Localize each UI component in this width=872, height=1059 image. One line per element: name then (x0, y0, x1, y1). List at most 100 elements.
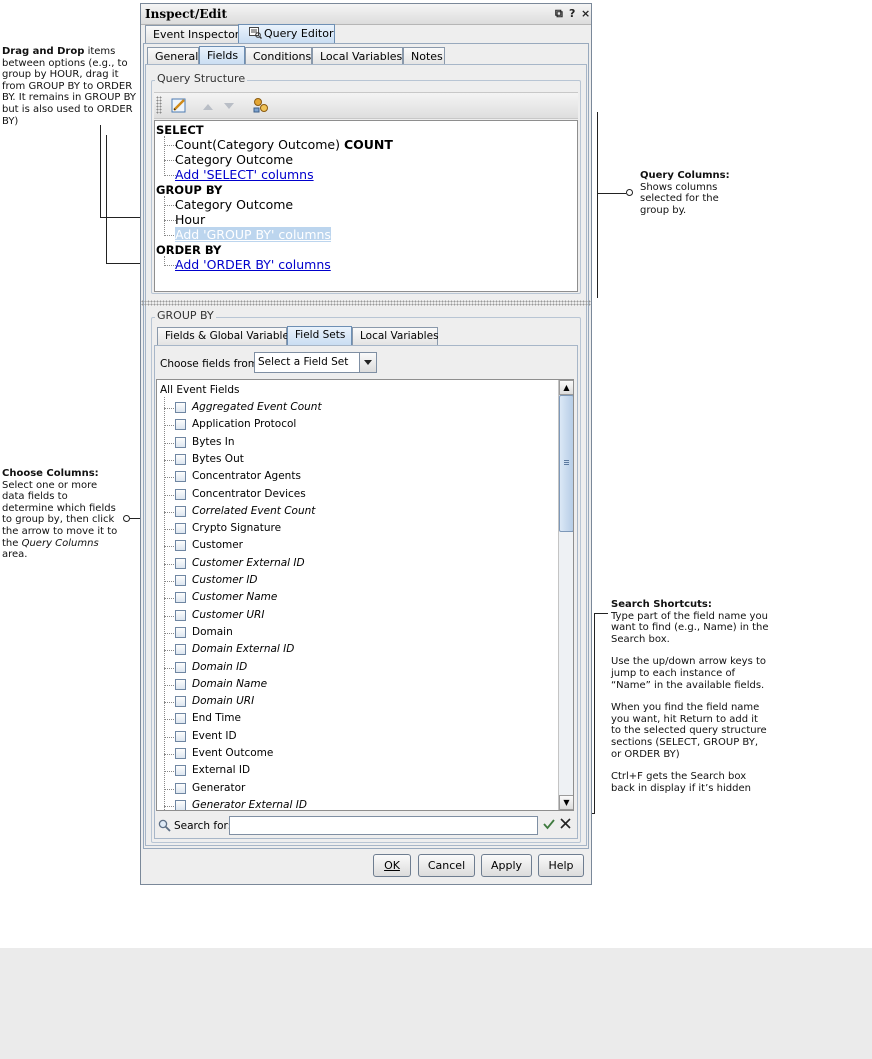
field-list-item[interactable]: Customer Name (157, 589, 557, 606)
field-list-item[interactable]: Domain (157, 624, 557, 641)
scroll-down-icon[interactable]: ▼ (559, 795, 573, 810)
merge-icon[interactable] (252, 97, 270, 117)
field-checkbox[interactable] (175, 540, 186, 552)
field-set-select[interactable]: Select a Field Set (254, 352, 377, 373)
field-list-item[interactable]: Correlated Event Count (157, 503, 557, 520)
scroll-up-icon[interactable]: ▲ (559, 380, 573, 395)
tab-general[interactable]: General (147, 47, 199, 65)
field-list-item[interactable]: Domain ID (157, 659, 557, 676)
field-label: Customer (192, 539, 244, 552)
field-list-item[interactable]: Generator External ID (157, 797, 557, 811)
tab-notes[interactable]: Notes (403, 47, 445, 65)
field-list-item[interactable]: Customer URI (157, 607, 557, 624)
field-checkbox[interactable] (175, 402, 186, 413)
select-item[interactable]: Count(Category Outcome) COUNT (175, 137, 393, 152)
field-list-item[interactable]: Customer ID (157, 572, 557, 589)
field-checkbox[interactable] (175, 419, 186, 431)
field-checkbox[interactable] (175, 765, 186, 777)
search-input[interactable] (229, 816, 538, 835)
field-list-item[interactable]: Domain External ID (157, 641, 557, 658)
field-list-item[interactable]: Bytes In (157, 434, 557, 451)
field-checkbox[interactable] (175, 748, 186, 759)
field-list-item[interactable]: Event ID (157, 728, 557, 745)
field-list-item[interactable]: Application Protocol (157, 416, 557, 433)
pane-splitter[interactable] (141, 300, 591, 306)
tab-field-sets-label: Field Sets (295, 329, 346, 341)
field-checkbox[interactable] (175, 453, 186, 465)
field-label: Customer ID (192, 574, 258, 586)
tab-field-sets[interactable]: Field Sets (287, 326, 352, 345)
help-icon[interactable]: ? (569, 7, 575, 20)
field-list-item[interactable]: Customer External ID (157, 555, 557, 572)
select-item[interactable]: Category Outcome (175, 152, 293, 167)
field-checkbox[interactable] (175, 713, 186, 725)
field-checkbox[interactable] (175, 696, 186, 708)
ok-button[interactable]: OK (373, 854, 411, 877)
apply-button[interactable]: Apply (481, 854, 532, 877)
scroll-thumb[interactable] (559, 395, 573, 532)
apply-button-label: Apply (490, 859, 523, 872)
tab-event-inspector[interactable]: Event Inspector (145, 25, 239, 43)
tab-fields[interactable]: Fields (199, 46, 245, 65)
search-close-icon[interactable] (560, 818, 571, 832)
arrow-up-icon[interactable] (202, 101, 214, 114)
field-list-item[interactable]: Crypto Signature (157, 520, 557, 537)
field-list-item[interactable]: Domain URI (157, 693, 557, 710)
fields-scrollbar[interactable]: ▲ ▼ (558, 380, 573, 810)
field-checkbox[interactable] (175, 730, 186, 742)
group-by-label: GROUP BY (155, 309, 216, 322)
tab-query-editor[interactable]: Query Editor (238, 24, 335, 43)
field-list-item[interactable]: Customer (157, 537, 557, 554)
field-list-item[interactable]: End Time (157, 710, 557, 727)
field-checkbox[interactable] (175, 799, 186, 810)
field-checkbox[interactable] (175, 471, 186, 483)
callout-drag-and-drop: Drag and Drop items between options (e.g… (2, 46, 137, 127)
field-checkbox[interactable] (175, 782, 186, 794)
field-label: Concentrator Devices (192, 487, 306, 500)
tab-conditions[interactable]: Conditions (245, 47, 312, 65)
add-select-columns-link[interactable]: Add 'SELECT' columns (175, 167, 314, 182)
tab-group-local-variables[interactable]: Local Variables (352, 327, 439, 345)
field-list-item[interactable]: External ID (157, 762, 557, 779)
close-icon[interactable]: × (581, 7, 590, 20)
field-list-item[interactable]: Generator (157, 780, 557, 797)
chevron-down-icon[interactable] (359, 353, 376, 372)
arrow-down-icon[interactable] (223, 101, 235, 114)
field-list-item[interactable]: Event Outcome (157, 745, 557, 762)
field-label: Generator External ID (192, 798, 307, 811)
field-checkbox[interactable] (175, 575, 186, 586)
field-checkbox[interactable] (175, 661, 186, 673)
field-label: Domain URI (192, 695, 255, 708)
field-checkbox[interactable] (175, 488, 186, 500)
field-checkbox[interactable] (175, 505, 186, 517)
inspect-edit-window: Inspect/Edit ⧉ ? × Event Inspector Query… (140, 3, 592, 885)
field-checkbox[interactable] (175, 609, 186, 621)
field-label: Domain Name (192, 677, 268, 690)
field-checkbox[interactable] (175, 523, 186, 535)
tab-fields-global-variables[interactable]: Fields & Global Variables (157, 327, 294, 345)
edit-icon[interactable] (171, 97, 188, 117)
add-group-by-columns-link[interactable]: Add 'GROUP BY' columns (175, 227, 331, 242)
restore-icon[interactable]: ⧉ (555, 7, 563, 21)
field-list-item[interactable]: Domain Name (157, 676, 557, 693)
cancel-button[interactable]: Cancel (418, 854, 475, 877)
search-confirm-icon[interactable] (543, 818, 555, 833)
field-list-item[interactable]: Concentrator Devices (157, 486, 557, 503)
field-checkbox[interactable] (175, 644, 186, 656)
help-button[interactable]: Help (538, 854, 584, 877)
field-checkbox[interactable] (175, 557, 186, 569)
field-checkbox[interactable] (175, 626, 186, 638)
field-list-item[interactable]: Concentrator Agents (157, 468, 557, 485)
tab-local-variables[interactable]: Local Variables (312, 47, 403, 65)
field-checkbox[interactable] (175, 678, 186, 690)
field-list-item[interactable]: Bytes Out (157, 451, 557, 468)
field-checkbox[interactable] (175, 436, 186, 448)
callout-query-columns-title: Query Columns (640, 170, 726, 181)
add-order-by-columns-link[interactable]: Add 'ORDER BY' columns (175, 257, 331, 272)
field-checkbox[interactable] (175, 592, 186, 604)
group-by-item[interactable]: Category Outcome (175, 197, 293, 212)
group-by-item[interactable]: Hour (175, 212, 205, 227)
field-list-item[interactable]: Aggregated Event Count (157, 399, 557, 416)
search-label: Search for: (174, 820, 232, 832)
footer-band (0, 948, 872, 1059)
